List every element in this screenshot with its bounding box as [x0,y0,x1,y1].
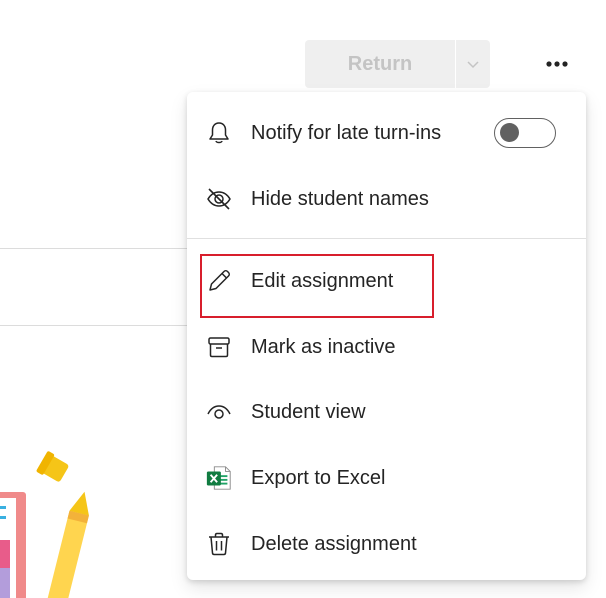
menu-item-label: Export to Excel [251,466,386,489]
trash-icon [205,530,233,558]
bell-icon [205,119,233,147]
return-split-button: Return [305,40,490,88]
menu-item-hide-student-names[interactable]: Hide student names [187,171,586,227]
eye-icon [205,398,233,426]
menu-item-edit-assignment[interactable]: Edit assignment [187,253,586,309]
return-button[interactable]: Return [305,40,455,88]
menu-item-label: Mark as inactive [251,335,396,358]
excel-icon [205,464,233,492]
pencil-icon [205,267,233,295]
menu-item-label: Edit assignment [251,269,394,292]
menu-divider [187,238,586,239]
return-options-button[interactable] [456,40,490,88]
section-divider [0,325,188,326]
menu-item-notify-late[interactable]: Notify for late turn-ins [187,105,586,161]
menu-item-student-view[interactable]: Student view [187,384,586,440]
menu-item-delete-assignment[interactable]: Delete assignment [187,516,586,572]
chevron-down-icon [467,61,479,69]
more-options-button[interactable] [541,52,573,76]
toggle-knob [500,123,519,142]
menu-item-label: Student view [251,400,366,423]
assignment-options-menu: Notify for late turn-ins Hide student na… [187,92,586,580]
eye-off-icon [205,185,233,213]
menu-item-label: Hide student names [251,187,429,210]
notify-late-toggle[interactable] [494,118,556,148]
menu-item-mark-inactive[interactable]: Mark as inactive [187,319,586,375]
decorative-illustration [0,451,89,598]
menu-item-label: Notify for late turn-ins [251,121,442,144]
section-divider [0,248,188,249]
more-options-icon [546,61,568,67]
archive-icon [205,333,233,361]
menu-item-export-excel[interactable]: Export to Excel [187,450,586,506]
menu-item-label: Delete assignment [251,532,417,555]
